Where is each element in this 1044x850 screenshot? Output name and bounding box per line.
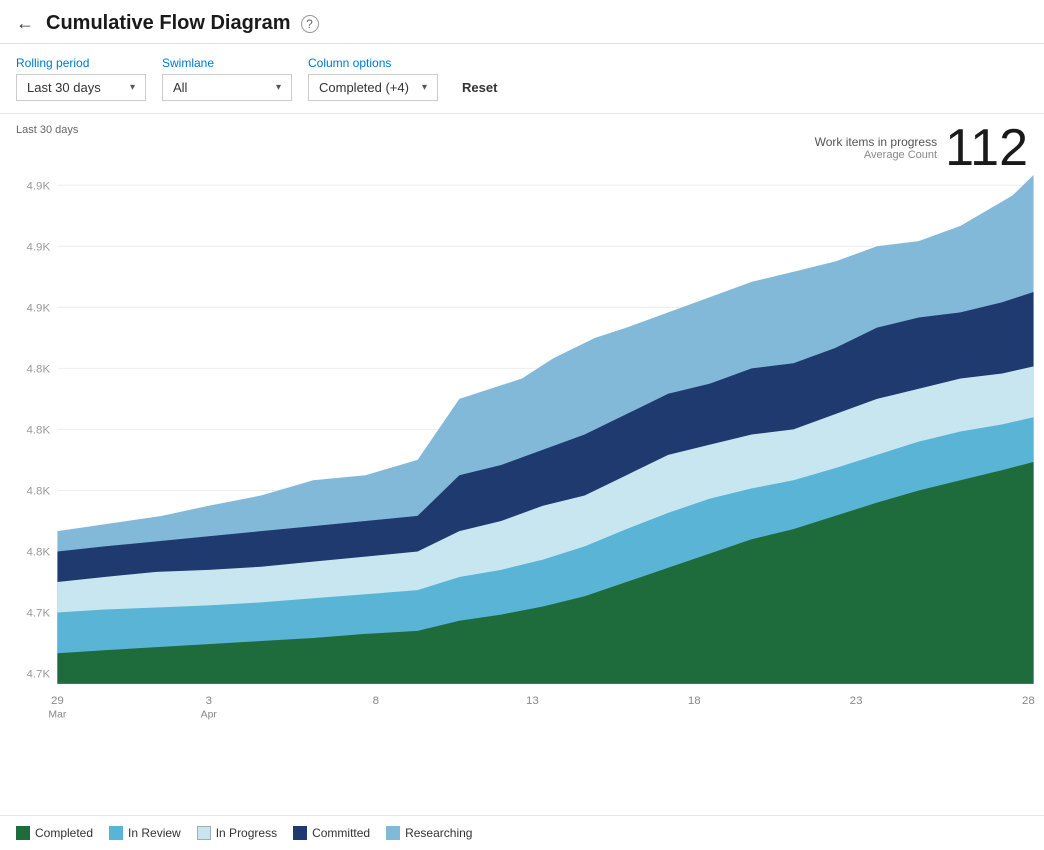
legend-label-in-review: In Review [128,826,181,840]
svg-text:28: 28 [1022,695,1035,707]
work-items-main-label: Work items in progress [815,135,937,149]
work-items-sub-label: Average Count [815,149,937,161]
svg-text:Apr: Apr [201,709,218,720]
help-icon[interactable]: ? [301,15,319,33]
svg-text:3: 3 [206,695,212,707]
svg-text:4.8K: 4.8K [27,486,51,498]
svg-text:4.9K: 4.9K [27,303,51,315]
svg-text:Mar: Mar [48,709,67,720]
svg-text:4.9K: 4.9K [27,180,51,192]
swimlane-arrow: ▾ [276,82,281,93]
legend-item-researching: Researching [386,826,472,840]
column-options-label: Column options [308,56,438,70]
page-header: ← Cumulative Flow Diagram ? [0,0,1044,44]
back-button[interactable]: ← [16,13,34,34]
svg-text:8: 8 [373,695,379,707]
legend-label-committed: Committed [312,826,370,840]
legend-color-completed [16,826,30,840]
legend-label-researching: Researching [405,826,472,840]
work-items-info: Work items in progress Average Count 112 [815,122,1028,174]
chart-period-label: Last 30 days [16,124,78,136]
svg-text:4.9K: 4.9K [27,241,51,253]
chart-svg-wrapper: 4.9K 4.9K 4.9K 4.8K 4.8K 4.8K 4.8K 4.7K … [0,114,1044,755]
svg-text:4.8K: 4.8K [27,364,51,376]
column-options-dropdown[interactable]: Completed (+4) ▾ [308,74,438,101]
chart-legend: Completed In Review In Progress Committe… [0,815,1044,850]
page-title: Cumulative Flow Diagram [46,12,291,35]
rolling-period-group: Rolling period Last 30 days ▾ [16,56,146,101]
controls-bar: Rolling period Last 30 days ▾ Swimlane A… [0,44,1044,114]
swimlane-group: Swimlane All ▾ [162,56,292,101]
svg-text:13: 13 [526,695,539,707]
legend-color-in-progress [197,826,211,840]
legend-color-in-review [109,826,123,840]
rolling-period-arrow: ▾ [130,82,135,93]
svg-text:4.8K: 4.8K [27,547,51,559]
column-options-value: Completed (+4) [319,80,409,95]
swimlane-label: Swimlane [162,56,292,70]
rolling-period-label: Rolling period [16,56,146,70]
svg-text:4.7K: 4.7K [27,608,51,620]
svg-text:4.7K: 4.7K [27,669,51,681]
chart-area: Last 30 days Work items in progress Aver… [0,114,1044,815]
legend-label-in-progress: In Progress [216,826,277,840]
column-options-arrow: ▾ [422,82,427,93]
cfd-chart: 4.9K 4.9K 4.9K 4.8K 4.8K 4.8K 4.8K 4.7K … [0,114,1044,755]
swimlane-value: All [173,80,187,95]
legend-item-in-progress: In Progress [197,826,277,840]
work-items-label: Work items in progress Average Count [815,135,937,161]
legend-item-committed: Committed [293,826,370,840]
svg-text:4.8K: 4.8K [27,425,51,437]
legend-item-in-review: In Review [109,826,181,840]
svg-text:29: 29 [51,695,64,707]
reset-button[interactable]: Reset [454,75,505,100]
legend-label-completed: Completed [35,826,93,840]
rolling-period-value: Last 30 days [27,80,101,95]
legend-color-researching [386,826,400,840]
legend-item-completed: Completed [16,826,93,840]
rolling-period-dropdown[interactable]: Last 30 days ▾ [16,74,146,101]
work-items-count: 112 [945,122,1028,174]
legend-color-committed [293,826,307,840]
svg-text:23: 23 [850,695,863,707]
svg-text:18: 18 [688,695,701,707]
swimlane-dropdown[interactable]: All ▾ [162,74,292,101]
column-options-group: Column options Completed (+4) ▾ [308,56,438,101]
